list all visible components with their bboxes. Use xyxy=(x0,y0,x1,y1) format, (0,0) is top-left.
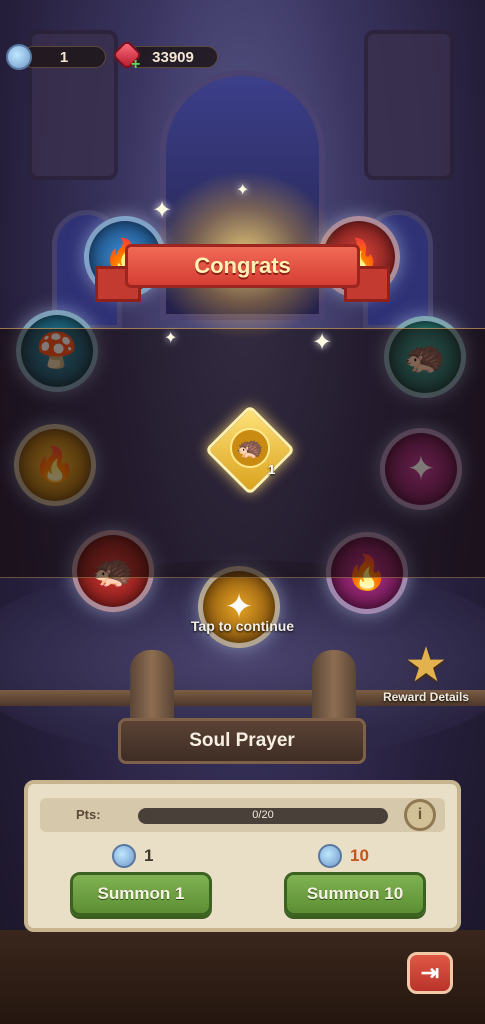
sparkle-icon: ✦ xyxy=(312,329,333,356)
exit-icon: ⇥ xyxy=(420,960,440,985)
congrats-ribbon: Congrats xyxy=(95,238,390,310)
tap-to-continue[interactable]: Tap to continue xyxy=(0,618,485,634)
sparkle-icon: ✦ xyxy=(152,197,173,224)
sparkle-icon: ✦ xyxy=(236,182,250,199)
pts-label: Pts: xyxy=(76,807,101,822)
add-gems-icon[interactable]: + xyxy=(131,56,140,74)
star-icon: ★ xyxy=(404,639,448,692)
gem-counter: 33909 xyxy=(128,46,218,68)
summon-10-cost-value: 10 xyxy=(350,846,369,865)
golden-soul-sigil-icon: 🦔 xyxy=(230,428,270,468)
ticket-counter: 1 xyxy=(22,46,106,68)
points-row: Pts: 0/20 i xyxy=(40,798,445,832)
sparkle-icon: ✦ xyxy=(164,330,178,347)
summon-10-button[interactable]: Summon 10 xyxy=(284,872,426,916)
summon-10-cost: 10 xyxy=(318,844,369,868)
summon-1-cost-value: 1 xyxy=(144,846,154,865)
points-progress-bar: 0/20 xyxy=(138,808,388,824)
congrats-title: Congrats xyxy=(125,244,360,288)
points-progress-text: 0/20 xyxy=(252,809,274,821)
exit-button[interactable]: ⇥ xyxy=(407,952,453,994)
reward-details-label: Reward Details xyxy=(382,690,470,704)
wall-pillar xyxy=(364,30,454,180)
reward-count: 1 xyxy=(268,462,276,477)
summon-scene[interactable]: 🔥 🔥 🍄 🦔 🔥 ✦ 🦔 ✦ 🔥 ✦ ✦ ✦ ✦ Congrats 🦔 1 T… xyxy=(0,0,485,1024)
summon-ticket-icon xyxy=(112,844,136,868)
gem-count: 33909 xyxy=(152,48,194,66)
ticket-count: 1 xyxy=(59,48,69,66)
summon-1-button[interactable]: Summon 1 xyxy=(70,872,212,916)
soul-orb-amber: ✦ xyxy=(198,566,280,648)
info-icon[interactable]: i xyxy=(404,799,436,831)
summon-panel: Pts: 0/20 i 1 10 Summon 1 Summon 10 xyxy=(24,780,461,932)
reward-details-button[interactable]: ★ Reward Details xyxy=(376,639,476,705)
pool-title: Soul Prayer xyxy=(118,718,366,764)
summon-1-cost: 1 xyxy=(112,844,153,868)
summon-ticket-icon xyxy=(318,844,342,868)
summon-ticket-icon xyxy=(6,44,32,70)
